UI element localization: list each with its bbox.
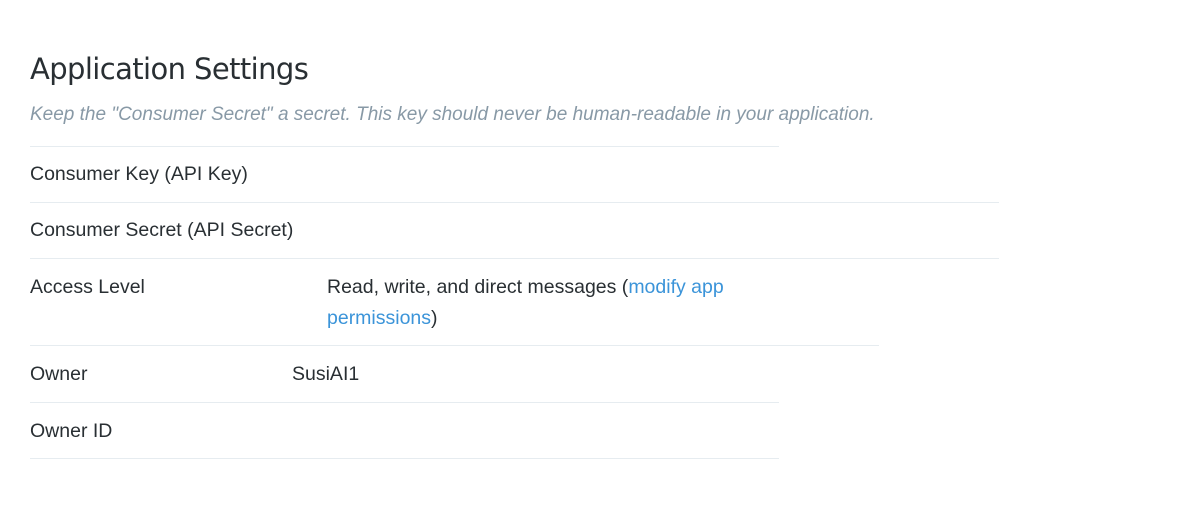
access-level-text: Read, write, and direct messages ( [327,276,629,298]
page-title: Application Settings [30,52,309,86]
divider [30,402,779,403]
access-level-text-end: ) [431,307,438,329]
divider [30,258,999,259]
owner-label: Owner [30,363,88,385]
owner-value: SusiAI1 [292,363,360,385]
access-level-value: Read, write, and direct messages (modify… [327,272,777,334]
page-subtitle: Keep the "Consumer Secret" a secret. Thi… [30,104,875,125]
consumer-secret-value[interactable] [342,227,998,237]
divider [30,146,779,147]
consumer-key-value[interactable] [289,171,569,181]
access-level-label: Access Level [30,276,145,298]
divider [30,458,779,459]
divider [30,345,879,346]
consumer-key-label: Consumer Key (API Key) [30,163,248,185]
consumer-secret-label: Consumer Secret (API Secret) [30,219,294,241]
owner-id-label: Owner ID [30,420,113,442]
owner-id-value[interactable] [289,428,501,438]
divider [30,202,999,203]
